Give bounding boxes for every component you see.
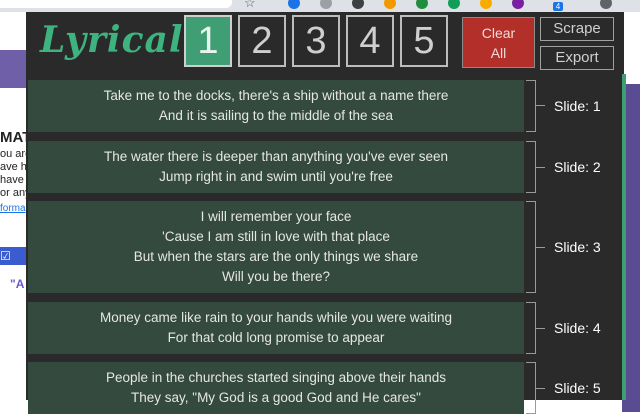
slide-count-button-4[interactable]: 4 [346,15,394,67]
lyric-line: For that cold long promise to appear [167,330,385,345]
clear-all-button[interactable]: Clear All [462,17,535,68]
teal-extension-icon[interactable] [448,0,460,9]
clear-all-label-line2: All [490,45,507,61]
slide-bracket [526,141,536,193]
lyric-line: Will you be there? [221,269,331,284]
blue-circle-extension-icon[interactable] [288,0,300,9]
address-bar[interactable] [0,0,232,8]
dark-extension-icon[interactable] [352,0,364,9]
slide-text-block-4[interactable]: Money came like rain to your hands while… [28,302,524,354]
lyric-line: They say, "My God is a good God and He c… [131,390,421,405]
slide-bracket [526,362,536,414]
slide-text-block-5[interactable]: People in the churches started singing a… [28,362,524,414]
slide-count-button-2[interactable]: 2 [238,15,286,67]
lyric-line: The water there is deeper than anything … [103,149,449,164]
slide-count-button-1[interactable]: 1 [184,15,232,67]
orange-extension-icon[interactable] [384,0,396,9]
slide-text-block-1[interactable]: Take me to the docks, there's a ship wit… [28,80,524,132]
lyric-line: Jump right in and swim until you're free [159,169,393,184]
export-button[interactable]: Export [540,46,614,70]
slide-label-4: Slide: 4 [554,320,601,336]
slide-bracket [526,302,536,354]
lyric-line: I will remember your face [200,209,352,224]
slide-bracket-tick [536,105,545,106]
slide-text-block-2[interactable]: The water there is deeper than anything … [28,141,524,193]
star-icon[interactable]: ☆ [244,0,256,10]
profile-extension-icon[interactable] [600,0,612,9]
slide-bracket-tick [536,247,545,248]
scrape-button[interactable]: Scrape [540,17,614,41]
background-link[interactable]: forma [0,203,26,214]
slide-label-1: Slide: 1 [554,98,601,114]
slide-label-3: Slide: 3 [554,239,601,255]
browser-toolbar: ☆ 4 [0,0,640,12]
background-quote: "A [10,277,25,291]
green-extension-icon[interactable] [416,0,428,9]
slide-label-2: Slide: 2 [554,159,601,175]
slide-bracket-tick [536,328,545,329]
scrollbar[interactable] [622,74,626,400]
extension-badge: 4 [553,2,563,11]
lyric-line: But when the stars are the only things w… [133,249,419,264]
popup-header: Lyrical 1 2 3 4 5 Clear All Scrape Expor… [26,12,624,74]
slide-count-button-3[interactable]: 3 [292,15,340,67]
background-text-line: have [0,174,24,186]
yellow-extension-icon[interactable] [480,0,492,9]
slide-list: Take me to the docks, there's a ship wit… [26,74,624,414]
lyric-line: Money came like rain to your hands while… [100,310,452,325]
lyric-line: People in the churches started singing a… [106,370,446,385]
slide-bracket [526,201,536,293]
slide-count-button-5[interactable]: 5 [400,15,448,67]
lyric-line: And it is sailing to the middle of the s… [158,108,394,123]
grey-circle-extension-icon[interactable] [320,0,332,9]
clear-all-label-line1: Clear [481,25,516,41]
lyrical-logo: Lyrical [40,19,184,61]
lyric-line: Take me to the docks, there's a ship wit… [103,88,449,103]
slide-bracket-tick [536,167,545,168]
slide-bracket [526,80,536,132]
slide-bracket-tick [536,388,545,389]
purple-extension-icon[interactable] [512,0,524,9]
slide-text-block-3[interactable]: I will remember your face 'Cause I am st… [28,201,524,293]
slide-label-5: Slide: 5 [554,380,601,396]
lyrical-popup: Lyrical 1 2 3 4 5 Clear All Scrape Expor… [26,12,626,414]
lyric-line: 'Cause I am still in love with that plac… [162,229,390,244]
